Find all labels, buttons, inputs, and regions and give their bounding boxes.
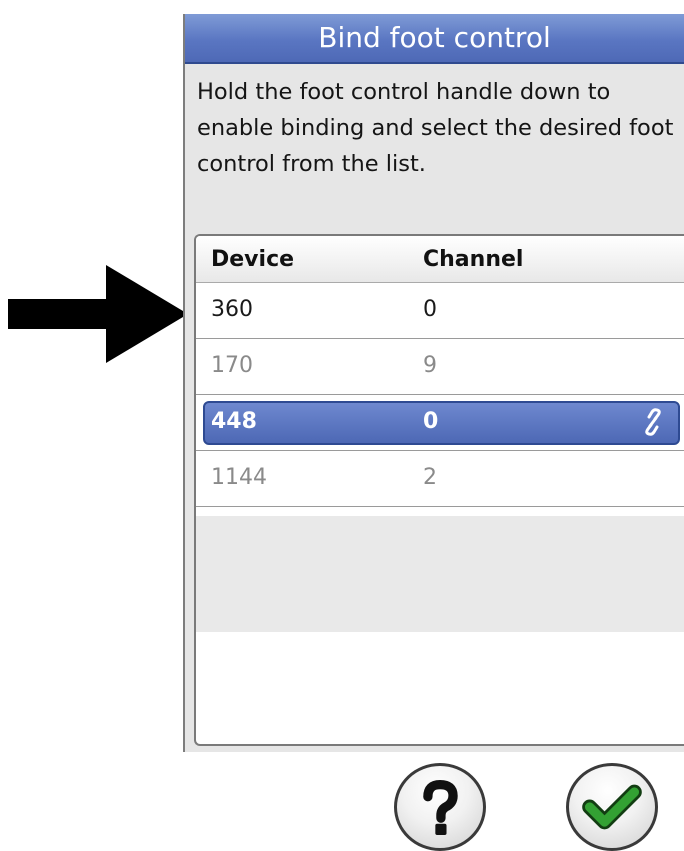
channel-cell: 0 (423, 409, 439, 434)
pointer-arrow-icon (8, 265, 188, 363)
device-list[interactable]: Device Channel 360 0 170 9 448 0 1144 2 (194, 234, 684, 746)
dialog-left-border (183, 14, 185, 752)
instructions-text: Hold the foot control handle down to ena… (197, 79, 674, 177)
checkmark-icon (582, 784, 642, 830)
link-icon (645, 408, 661, 436)
list-row-360[interactable]: 360 0 (196, 283, 684, 339)
bind-foot-control-dialog: Bind foot control Hold the foot control … (183, 14, 684, 752)
column-header-channel: Channel (423, 247, 524, 272)
list-empty-area (196, 516, 684, 632)
channel-cell: 0 (423, 297, 437, 322)
channel-cell: 9 (423, 353, 437, 378)
column-header-device: Device (211, 247, 295, 272)
device-cell: 170 (211, 353, 253, 378)
list-header: Device Channel (196, 236, 684, 283)
help-button[interactable] (394, 763, 486, 851)
question-mark-icon (423, 779, 458, 835)
list-row-448-selected[interactable]: 448 0 (196, 395, 684, 451)
confirm-button[interactable] (566, 763, 658, 851)
device-cell: 448 (211, 409, 257, 434)
dialog-title: Bind foot control (185, 14, 684, 64)
device-cell: 1144 (211, 465, 267, 490)
device-cell: 360 (211, 297, 253, 322)
list-row-1144[interactable]: 1144 2 (196, 451, 684, 507)
channel-cell: 2 (423, 465, 437, 490)
selection-highlight (203, 401, 680, 445)
list-row-170[interactable]: 170 9 (196, 339, 684, 395)
